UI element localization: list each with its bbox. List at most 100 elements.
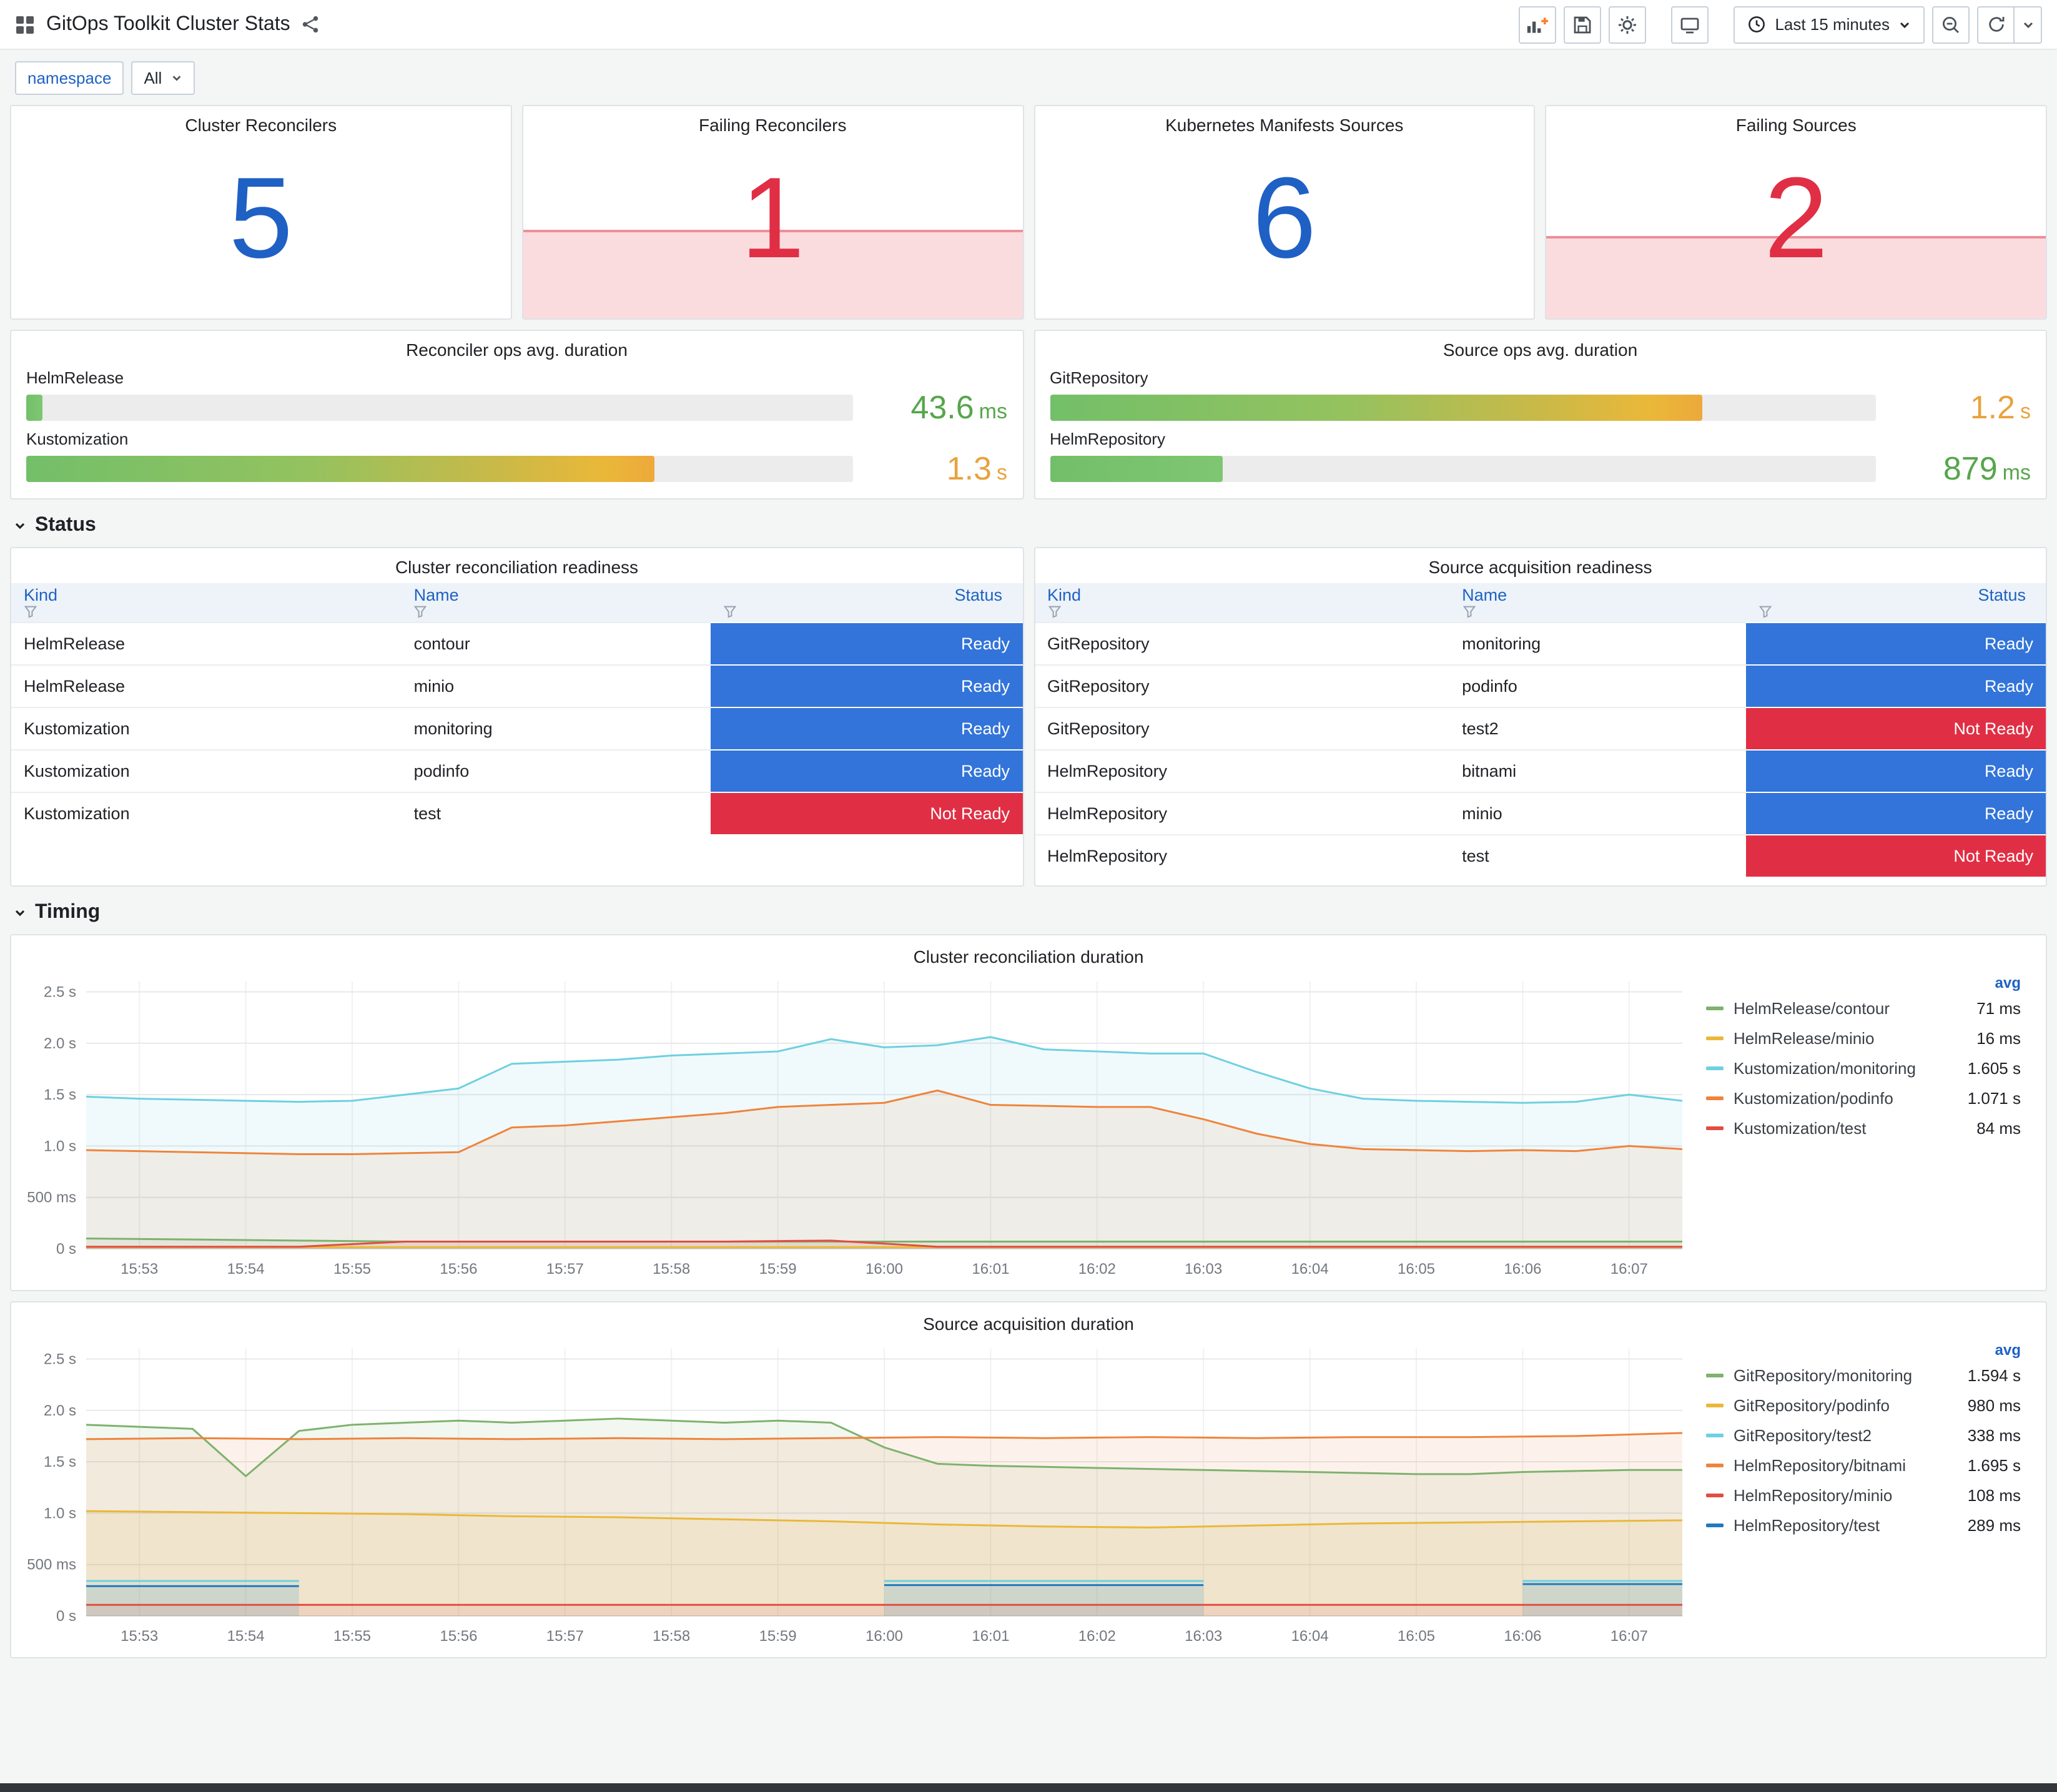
legend-item[interactable]: HelmRelease/contour 71 ms [1706,993,2021,1023]
variable-namespace-label[interactable]: namespace [15,61,124,95]
legend-item[interactable]: HelmRepository/test 289 ms [1706,1510,2021,1540]
stat-panel-3: Kubernetes Manifests Sources 6 [1033,105,1536,320]
gauge-label: Kustomization [26,430,129,448]
table-cell: test [401,791,711,834]
legend-item[interactable]: Kustomization/test 84 ms [1706,1113,2021,1143]
filter-icon[interactable] [723,605,1010,619]
table-cell: monitoring [1449,621,1747,664]
time-series-plot[interactable]: 15:53 15:54 15:55 15:56 15:57 15:58 15:59 16:00… [21,1336,1701,1652]
gauge-panels-row: Reconciler ops avg. duration HelmRelease 4… [10,330,2047,500]
filter-icon[interactable] [1759,605,2033,619]
share-icon[interactable] [302,15,320,34]
series-name: Kustomization/podinfo [1734,1088,1893,1107]
svg-text:15:54: 15:54 [227,1628,265,1645]
status-badge: Ready [710,665,1022,706]
table-row: GitRepository monitoring Ready [1035,621,2046,664]
zoom-out-time-button[interactable] [1932,6,1970,43]
time-range-picker[interactable]: Last 15 minutes [1734,6,1925,43]
svg-text:2.5 s: 2.5 s [44,1351,76,1367]
stat-panel-title: Failing Reconcilers [698,115,847,135]
chevron-down-icon [15,910,25,917]
column-header-status[interactable]: Status [1746,583,2046,622]
series-avg-value: 84 ms [1976,1118,2021,1137]
refresh-button[interactable] [1977,6,2015,43]
stat-panel-2: Failing Reconcilers 1 [521,105,1024,320]
chevron-down-icon [15,523,25,529]
svg-text:16:03: 16:03 [1185,1261,1222,1278]
legend-item[interactable]: Kustomization/podinfo 1.071 s [1706,1083,2021,1113]
stat-value: 2 [1764,155,1828,283]
time-series-plot[interactable]: 15:53 15:54 15:55 15:56 15:57 15:58 15:59 16:00… [21,969,1701,1285]
filter-icon[interactable] [24,605,389,619]
legend-item[interactable]: HelmRepository/bitnami 1.695 s [1706,1450,2021,1480]
table-row: Kustomization podinfo Ready [11,749,1022,792]
series-avg-value: 1.071 s [1967,1088,2021,1107]
svg-text:16:06: 16:06 [1504,1261,1541,1278]
section-row-status[interactable]: Status [12,514,2045,537]
table-cell: HelmRelease [11,664,402,707]
status-cell: Not Ready [710,791,1022,834]
column-header-kind[interactable]: Kind [1035,583,1450,622]
stat-value: 6 [1252,155,1316,283]
bar-gauge-track [1050,394,1876,420]
table-cell: HelmRepository [1035,749,1450,792]
page-title: GitOps Toolkit Cluster Stats [46,13,290,34]
series-avg-value: 16 ms [1976,1028,2021,1047]
stat-panel-title: Cluster Reconcilers [185,115,337,135]
series-name: HelmRelease/minio [1734,1028,1875,1047]
table-cell: minio [401,664,711,707]
series-name: GitRepository/monitoring [1734,1366,1913,1384]
svg-text:16:01: 16:01 [972,1261,1009,1278]
dashboard-settings-button[interactable] [1609,6,1647,43]
status-cell: Ready [710,749,1022,792]
chart-title: Source acquisition duration [923,1314,1134,1334]
status-cell: Ready [1746,664,2046,707]
svg-text:16:05: 16:05 [1398,1261,1435,1278]
legend-item[interactable]: GitRepository/test2 338 ms [1706,1420,2021,1450]
svg-text:1.5 s: 1.5 s [44,1454,76,1470]
legend-item[interactable]: GitRepository/monitoring 1.594 s [1706,1360,2021,1390]
column-header-name[interactable]: Name [401,583,711,622]
apps-grid-icon[interactable] [15,14,35,34]
table-cell: minio [1449,791,1747,834]
svg-text:16:06: 16:06 [1504,1628,1541,1645]
filter-icon[interactable] [1462,605,1734,619]
gauge-row: GitRepository 1.2 s [1050,368,2031,423]
table-cell: HelmRepository [1035,791,1450,834]
plot-canvas: 15:53 15:54 15:55 15:56 15:57 15:58 15:59 16:00… [27,982,1683,1278]
svg-text:16:01: 16:01 [972,1628,1009,1645]
clock-icon [1749,16,1765,32]
table-cell: podinfo [401,749,711,792]
refresh-interval-dropdown[interactable] [2015,6,2042,43]
column-header-name[interactable]: Name [1449,583,1747,622]
table-cell: GitRepository [1035,706,1450,749]
bar-gauge-unit: ms [2002,461,2031,485]
stat-panel-title: Failing Sources [1735,115,1857,135]
tv-mode-button[interactable] [1671,6,1709,43]
svg-text:15:58: 15:58 [653,1628,690,1645]
add-panel-button[interactable] [1519,6,1557,43]
status-badge: Ready [710,707,1022,749]
legend-item[interactable]: HelmRepository/minio 108 ms [1706,1480,2021,1510]
status-badge: Not Ready [1746,835,2046,876]
section-row-timing[interactable]: Timing [12,902,2045,924]
table-cell: monitoring [401,706,711,749]
svg-text:16:07: 16:07 [1611,1628,1648,1645]
bar-gauge-fill [1050,455,1223,481]
legend-item[interactable]: Kustomization/monitoring 1.605 s [1706,1053,2021,1083]
filter-icon[interactable] [414,605,698,619]
table-row: HelmRepository minio Ready [1035,791,2046,834]
series-color-swatch [1706,1403,1724,1407]
legend-item[interactable]: HelmRelease/minio 16 ms [1706,1023,2021,1053]
column-header-status[interactable]: Status [710,583,1022,622]
column-header-kind[interactable]: Kind [11,583,402,622]
variable-namespace-select[interactable]: All [131,61,195,95]
table-cell: Kustomization [11,791,402,834]
legend-item[interactable]: GitRepository/podinfo 980 ms [1706,1390,2021,1420]
save-dashboard-button[interactable] [1564,6,1602,43]
section-label: Status [35,514,96,536]
filter-icon[interactable] [1047,605,1437,619]
column-header-label: Status [954,586,1002,605]
variables-row: namespace All [0,50,2057,100]
series-avg-value: 1.594 s [1967,1366,2021,1384]
